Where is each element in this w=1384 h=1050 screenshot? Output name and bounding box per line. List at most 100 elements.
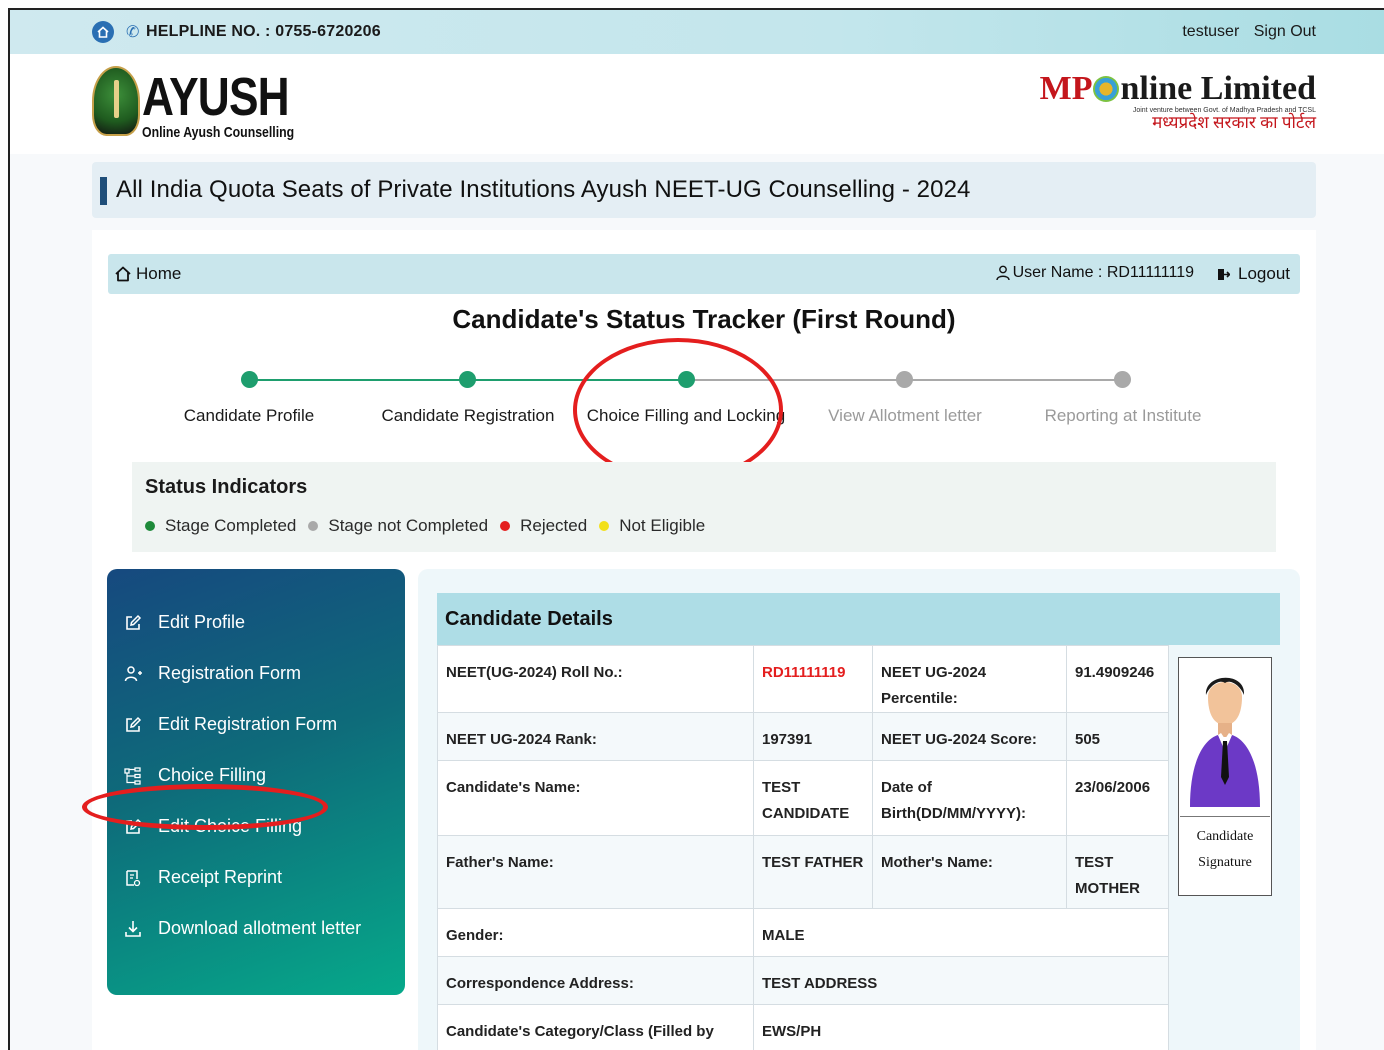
sidebar-item-registration-form[interactable]: Registration Form [107,648,405,699]
step-dot-candidate-registration [459,371,476,388]
table-row: Candidate's Name: TEST CANDIDATE Date of… [437,760,1169,836]
father-name-value: TEST FATHER [753,835,873,909]
dob-label: Date of Birth(DD/MM/YYYY): [872,760,1067,836]
title-accent-bar [100,177,107,205]
mp-logo-hindi: मध्यप्रदेश सरकार का पोर्टल [1152,113,1316,132]
address-label: Correspondence Address: [437,956,754,1005]
step-dot-reporting [1114,371,1131,388]
step-choice-filling-locking[interactable]: Choice Filling and Locking [576,406,796,426]
sidebar-item-label: Edit Registration Form [158,714,338,734]
table-row: Gender: MALE [437,908,1169,957]
sidebar-item-edit-choice-filling[interactable]: Edit Choice Filling [107,801,405,852]
sidebar-item-label: Edit Choice Filling [158,816,303,836]
legend-label: Stage not Completed [328,516,489,535]
tracker-title: Candidate's Status Tracker (First Round) [452,304,956,334]
sidebar-menu: Edit Profile Registration Form Edit Regi… [107,569,405,995]
edit-icon [124,716,142,734]
candidate-photo [1180,659,1270,817]
top-user-area: testuser Sign Out [1182,23,1316,41]
legend-label: Rejected [520,516,588,535]
legend-label: Not Eligible [619,516,706,535]
mp-logo-nline: nline [1120,70,1193,107]
nav-logout-link[interactable]: Logout [1217,264,1290,284]
download-icon [124,920,142,938]
sidebar-item-label: Receipt Reprint [158,867,283,887]
rank-value: 197391 [753,712,873,761]
sidebar-item-choice-filling[interactable]: Choice Filling [107,750,405,801]
candidate-signature: Candidate Signature [1196,829,1254,870]
sidebar-item-receipt-reprint[interactable]: Receipt Reprint [107,852,405,903]
legend-not-eligible: Not Eligible [599,516,705,536]
step-view-allotment-letter[interactable]: View Allotment letter [795,406,1015,426]
candidate-name-value: TEST CANDIDATE [753,760,873,836]
table-row: NEET(UG-2024) Roll No.: RD11111119 NEET … [437,645,1169,713]
status-tracker: Candidate Profile Candidate Registration… [92,338,1316,482]
legend-completed: Stage Completed [145,516,296,536]
sidebar-item-download-allotment-letter[interactable]: Download allotment letter [107,903,405,954]
candidate-details-title: Candidate Details [445,608,613,630]
legend-dot-completed [145,521,155,531]
category-value: EWS/PH [753,1004,1169,1050]
status-indicators: Status Indicators Stage Completed Stage … [132,462,1276,552]
candidate-details-table: NEET(UG-2024) Roll No.: RD11111119 NEET … [437,645,1169,1050]
main-content: Home User Name : RD11111119 Logout Candi… [92,230,1316,1050]
mponline-globe-icon [1093,76,1120,102]
step-dot-choice-filling [678,371,695,388]
gender-label: Gender: [437,908,754,957]
nav-user-name-label: User Name : RD11111119 [1012,264,1194,281]
category-label: Candidate's Category/Class (Filled by Ca… [437,1004,754,1050]
table-row: Father's Name: TEST FATHER Mother's Name… [437,835,1169,909]
candidate-details-panel: Candidate Details NEET(UG-2024) Roll No.… [418,569,1300,1050]
ayush-logo-subtitle: Online Ayush Counselling [142,124,295,141]
table-row: Candidate's Category/Class (Filled by Ca… [437,1004,1169,1050]
user-add-icon [124,665,142,683]
step-dot-allotment-letter [896,371,913,388]
user-icon [995,265,1010,281]
edit-icon [124,614,142,632]
helpline-number: HELPLINE NO. : 0755-6720206 [146,23,381,40]
rank-label: NEET UG-2024 Rank: [437,712,754,761]
score-value: 505 [1066,712,1169,761]
receipt-icon [124,869,142,887]
roll-value: RD11111119 [753,645,873,713]
sign-out-link[interactable]: Sign Out [1254,23,1316,40]
step-reporting-institute[interactable]: Reporting at Institute [1013,406,1233,426]
legend-dot-not-completed [308,521,319,531]
sidebar-item-label: Edit Profile [158,612,246,632]
nav-home-label: Home [136,264,182,283]
helpline-bar: ✆ HELPLINE NO. : 0755-6720206 testuser S… [10,10,1384,54]
roll-label: NEET(UG-2024) Roll No.: [437,645,754,713]
percentile-label: NEET UG-2024 Percentile: [872,645,1067,713]
legend-label: Stage Completed [165,516,297,535]
choice-tree-icon [124,766,142,785]
logout-icon [1218,268,1230,280]
nav-user-name: User Name : RD11111119 [995,264,1194,282]
edit-icon [124,818,142,836]
dob-value: 23/06/2006 [1066,760,1169,836]
legend-dot-rejected [500,521,511,531]
candidate-name-label: Candidate's Name: [437,760,754,836]
table-row: NEET UG-2024 Rank: 197391 NEET UG-2024 S… [437,712,1169,761]
sidebar-item-edit-profile[interactable]: Edit Profile [107,597,405,648]
sidebar-item-label: Registration Form [158,663,302,683]
sidebar-item-label: Download allotment letter [158,918,362,938]
home-icon[interactable] [92,21,114,43]
nav-logout-label: Logout [1238,264,1290,283]
nav-home-link[interactable]: Home [114,264,181,284]
nav-bar: Home User Name : RD11111119 Logout [108,254,1300,294]
percentile-value: 91.4909246 [1066,645,1169,713]
ayush-emblem-icon [92,66,140,136]
phone-icon: ✆ [126,24,140,41]
mp-logo-limited: Limited [1200,70,1316,107]
score-label: NEET UG-2024 Score: [872,712,1067,761]
page-title-banner: All India Quota Seats of Private Institu… [92,162,1316,218]
legend-dot-not-eligible [599,521,610,531]
sidebar-item-edit-registration-form[interactable]: Edit Registration Form [107,699,405,750]
step-candidate-registration[interactable]: Candidate Registration [358,406,578,426]
candidate-photo-box: Candidate Signature [1178,657,1272,896]
step-candidate-profile[interactable]: Candidate Profile [139,406,359,426]
site-header: AYUSH Online Ayush Counselling MP nline L… [10,54,1384,154]
mother-name-label: Mother's Name: [872,835,1067,909]
ayush-logo-title: AYUSH [142,67,290,127]
table-row: Correspondence Address: TEST ADDRESS [437,956,1169,1005]
